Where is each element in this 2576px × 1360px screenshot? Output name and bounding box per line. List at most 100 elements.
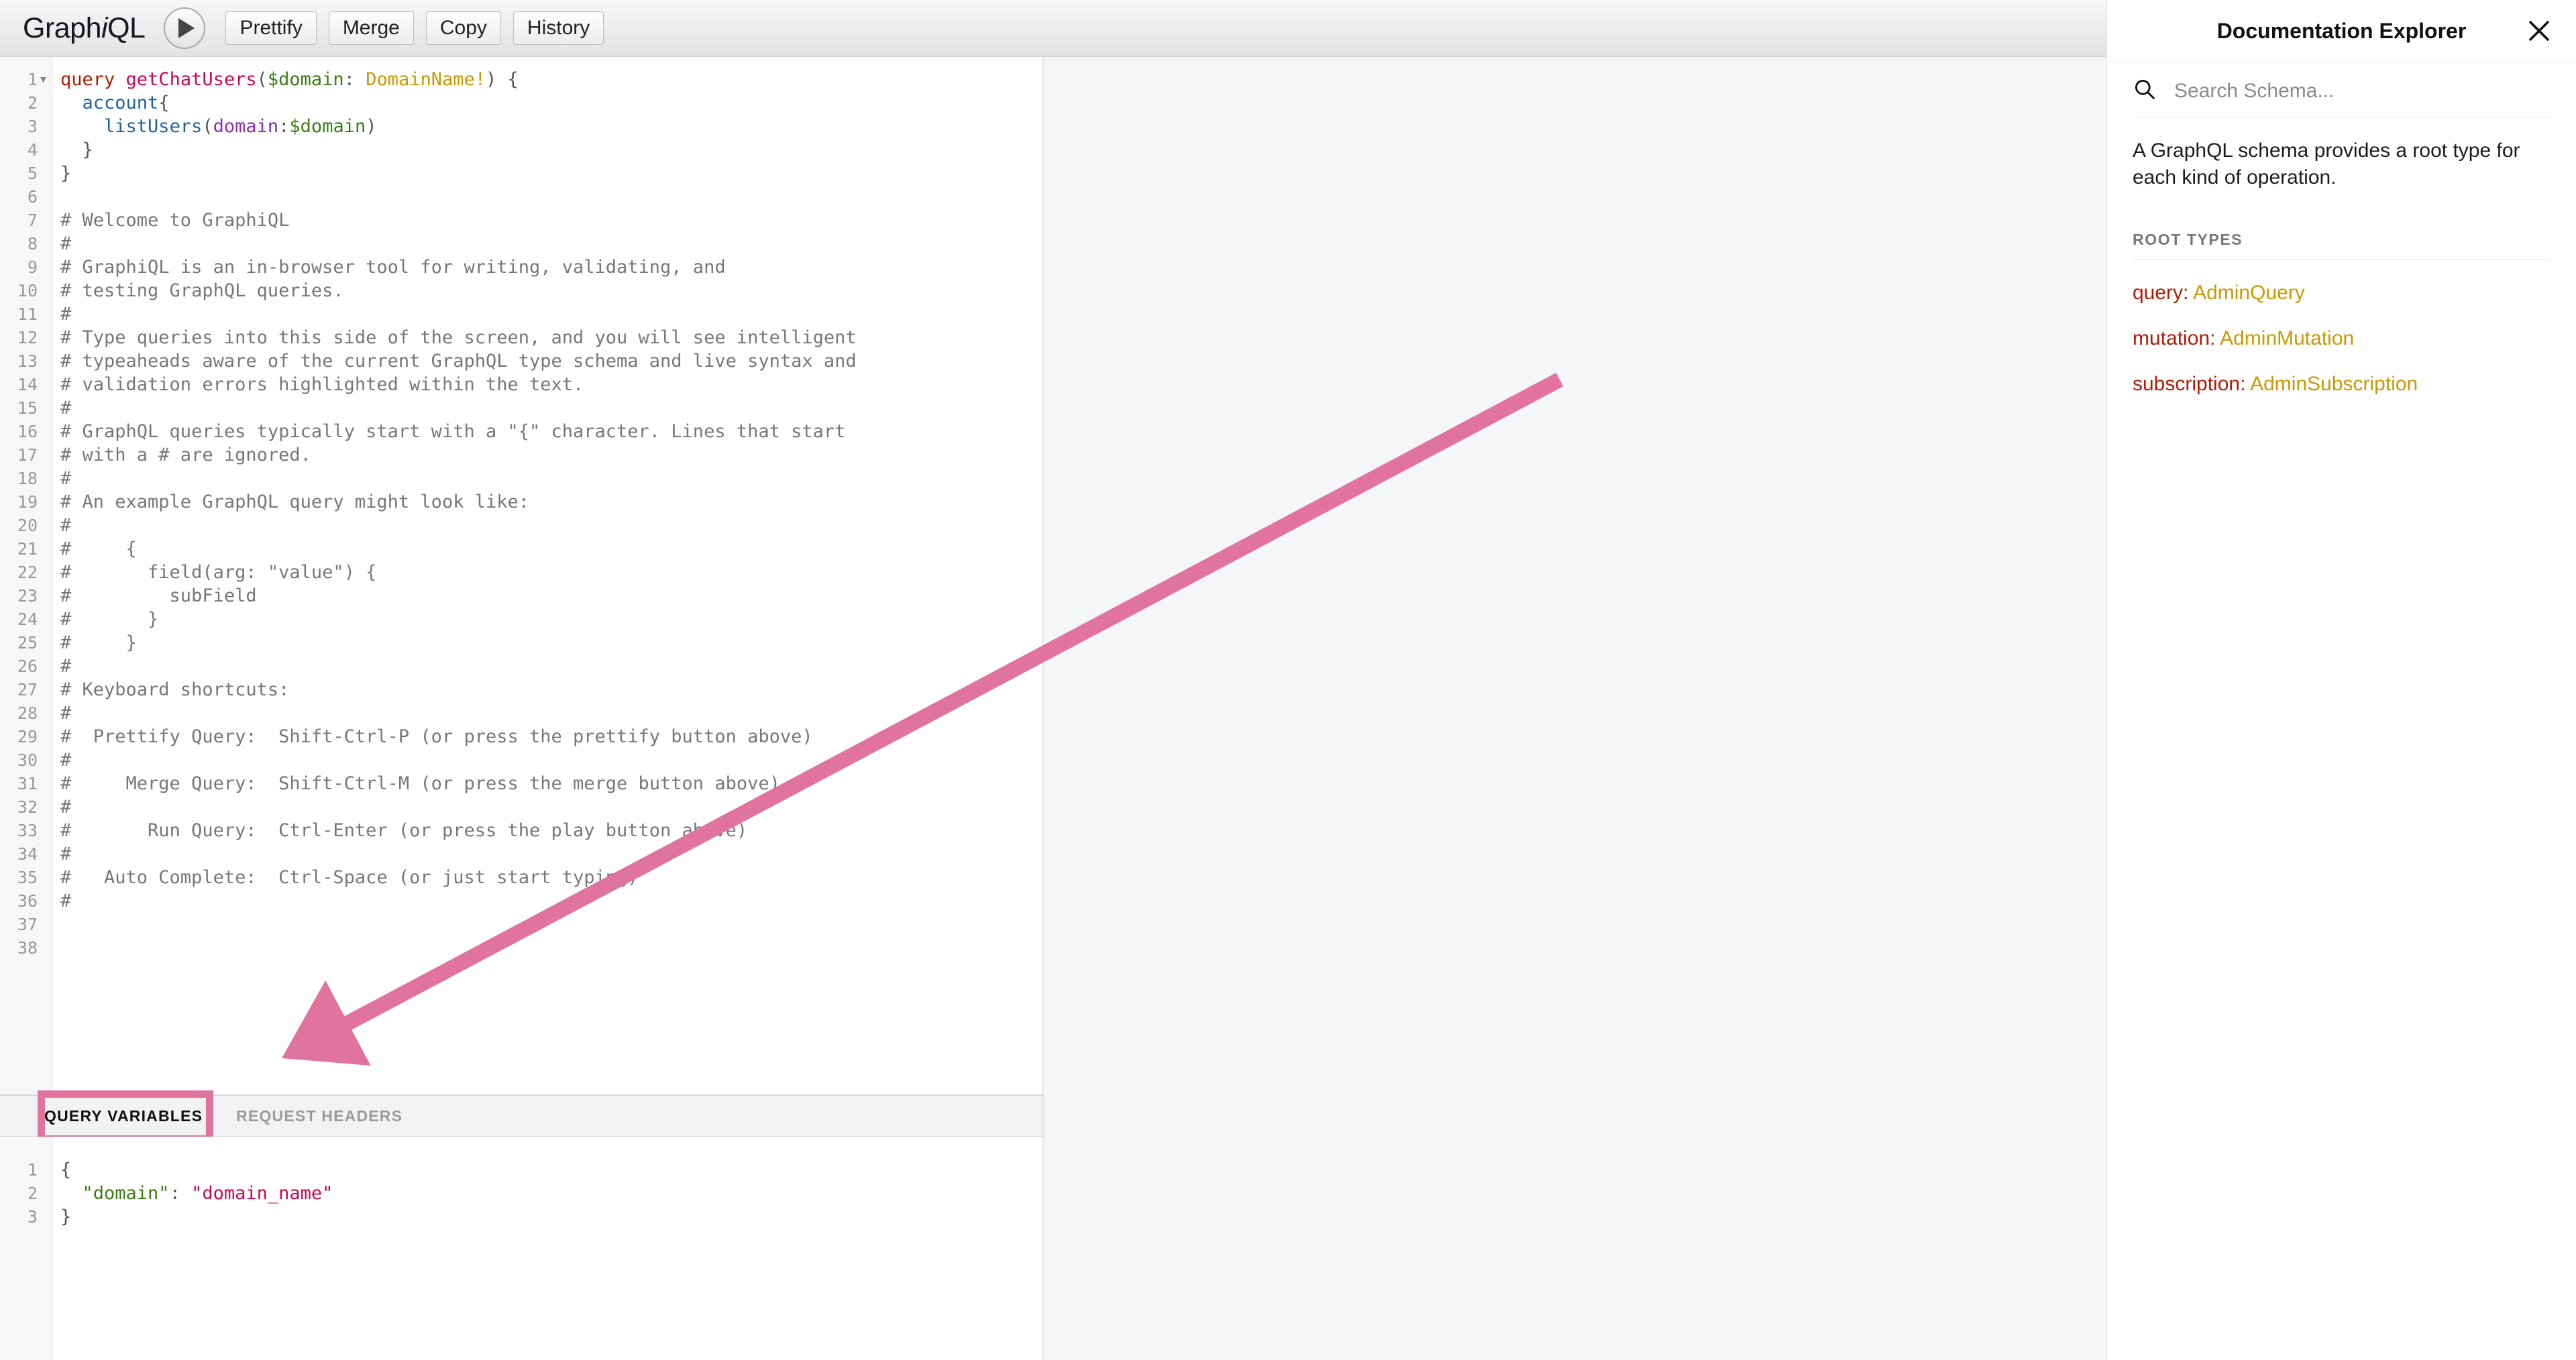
logo-prefix: Graph (23, 11, 102, 44)
toolbar-button-copy[interactable]: Copy (425, 11, 501, 45)
line-number: 30 (17, 750, 38, 770)
code-line: # GraphQL queries typically start with a… (60, 420, 845, 443)
graphiql-logo: GraphiQL (23, 11, 146, 45)
root-type-name[interactable]: AdminMutation (2220, 327, 2354, 349)
line-number: 12 (17, 328, 38, 347)
code-token: DomainName! (366, 69, 486, 90)
code-line: # with a # are ignored. (60, 443, 311, 467)
code-token: } (60, 139, 93, 160)
code-line: # (60, 842, 71, 866)
code-line: query getChatUsers($domain: DomainName!)… (60, 68, 519, 91)
code-token: account (82, 93, 159, 113)
doc-explorer-title: Documentation Explorer (2216, 18, 2467, 43)
variables-tabs: QUERY VARIABLES REQUEST HEADERS (38, 1102, 429, 1129)
code-line: # Merge Query: Shift-Ctrl-M (or press th… (60, 772, 780, 795)
execute-query-button[interactable] (164, 7, 206, 49)
query-editor-code[interactable]: 1 ▾ query getChatUsers($domain: DomainName… (17, 57, 1042, 1094)
close-icon[interactable] (2524, 15, 2555, 46)
code-token: # (60, 468, 72, 489)
code-token: # Run Query: Ctrl-Enter (or press the pl… (60, 820, 748, 841)
root-type-name[interactable]: AdminQuery (2193, 282, 2305, 304)
editor-column: 1 ▾ query getChatUsers($domain: DomainName… (0, 57, 1043, 1360)
line-number: 11 (17, 304, 38, 324)
code-token: "domain" (82, 1183, 170, 1204)
code-line: # { (60, 537, 137, 561)
line-number: 21 (17, 539, 38, 559)
code-line: # testing GraphQL queries. (60, 279, 344, 302)
code-fold-arrow-icon[interactable]: ▾ (40, 68, 46, 91)
query-editor[interactable]: 1 ▾ query getChatUsers($domain: DomainName… (0, 57, 1042, 1095)
code-token: { (158, 93, 170, 113)
tab-query-variables[interactable]: QUERY VARIABLES (38, 1102, 210, 1129)
line-number: 15 (17, 398, 38, 418)
line-number: 19 (17, 492, 38, 512)
code-token: # subField (60, 585, 257, 606)
line-number: 38 (17, 938, 38, 958)
line-number: 29 (17, 727, 38, 746)
root-types-label: ROOT TYPES (2133, 231, 2243, 249)
variables-editor[interactable]: 1 {2 "domain": "domain_name" 3} (0, 1137, 1042, 1360)
code-line: # (60, 655, 71, 678)
code-line: # (60, 748, 71, 772)
code-line: # field(arg: "value") { (60, 561, 376, 584)
root-type-name[interactable]: AdminSubscription (2250, 373, 2418, 395)
doc-search-row[interactable] (2133, 62, 2551, 117)
line-number: 7 (27, 211, 38, 230)
code-line: # Type queries into this side of the scr… (60, 326, 857, 349)
magnifier-glyph (2135, 79, 2155, 99)
code-line: # (60, 396, 71, 420)
code-token: # (60, 797, 72, 817)
line-number: 24 (17, 610, 38, 629)
toolbar-button-merge[interactable]: Merge (328, 11, 414, 45)
line-number: 4 (27, 140, 38, 160)
code-line: } (60, 138, 93, 162)
code-token: ) (366, 116, 377, 137)
line-number: 20 (17, 516, 38, 535)
code-token: # } (60, 609, 159, 630)
root-type-row[interactable]: subscription: AdminSubscription (2133, 374, 2551, 394)
code-token: # (60, 398, 72, 418)
code-token: # Type queries into this side of the scr… (60, 327, 857, 348)
code-line: "domain": "domain_name" (60, 1182, 333, 1205)
code-token: # (60, 304, 72, 325)
code-token: # An example GraphQL query might look li… (60, 492, 529, 512)
close-x-glyph (2528, 20, 2550, 42)
search-input[interactable] (2174, 79, 2551, 103)
code-token: # (60, 891, 72, 911)
code-token: # (60, 656, 72, 677)
root-type-row[interactable]: query: AdminQuery (2133, 283, 2551, 303)
code-line: # Prettify Query: Shift-Ctrl-P (or press… (60, 725, 813, 748)
code-token: listUsers (104, 116, 203, 137)
line-number: 14 (17, 375, 38, 394)
code-token: getChatUsers (125, 69, 257, 90)
code-token: # Prettify Query: Shift-Ctrl-P (or press… (60, 726, 813, 747)
line-number: 6 (27, 187, 38, 207)
line-number: 35 (17, 868, 38, 887)
code-line: # Keyboard shortcuts: (60, 678, 289, 701)
code-token: : (278, 116, 290, 137)
search-icon (2133, 77, 2157, 105)
code-token: # } (60, 632, 137, 653)
tab-request-headers[interactable]: REQUEST HEADERS (229, 1103, 409, 1129)
play-icon (178, 18, 195, 38)
code-token: # (60, 703, 72, 724)
code-token: ( (256, 69, 268, 90)
code-token: # Merge Query: Shift-Ctrl-M (or press th… (60, 773, 780, 794)
toolbar-button-prettify[interactable]: Prettify (225, 11, 317, 45)
line-number: 22 (17, 563, 38, 582)
code-line: # (60, 889, 71, 913)
root-type-row[interactable]: mutation: AdminMutation (2133, 329, 2551, 349)
line-number: 2 (27, 93, 38, 113)
code-line: # (60, 701, 71, 725)
code-line: # } (60, 608, 158, 631)
line-number: 27 (17, 680, 38, 699)
variables-editor-code[interactable]: 1 {2 "domain": "domain_name" 3} (28, 1137, 1042, 1360)
toolbar-button-history[interactable]: History (513, 11, 604, 45)
code-token: # GraphQL queries typically start with a… (60, 421, 846, 442)
code-token: ) { (486, 69, 519, 90)
code-line: # Run Query: Ctrl-Enter (or press the pl… (60, 819, 747, 842)
code-line: # Welcome to GraphiQL (60, 209, 289, 232)
